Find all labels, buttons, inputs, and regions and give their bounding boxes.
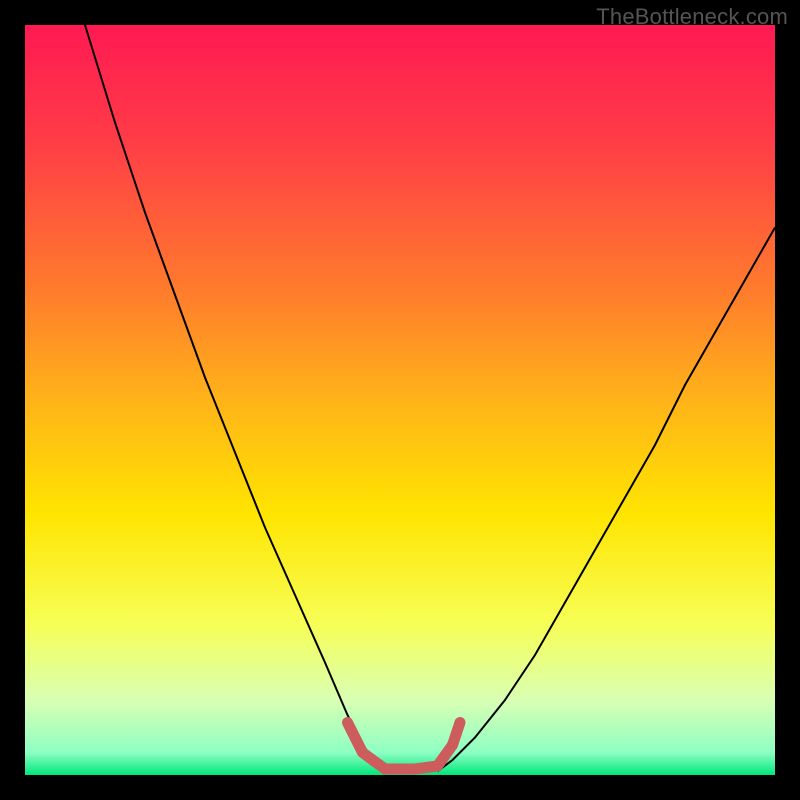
chart-container: TheBottleneck.com [0, 0, 800, 800]
plot-background [25, 25, 775, 775]
bottleneck-chart [0, 0, 800, 800]
watermark-text: TheBottleneck.com [596, 4, 788, 30]
